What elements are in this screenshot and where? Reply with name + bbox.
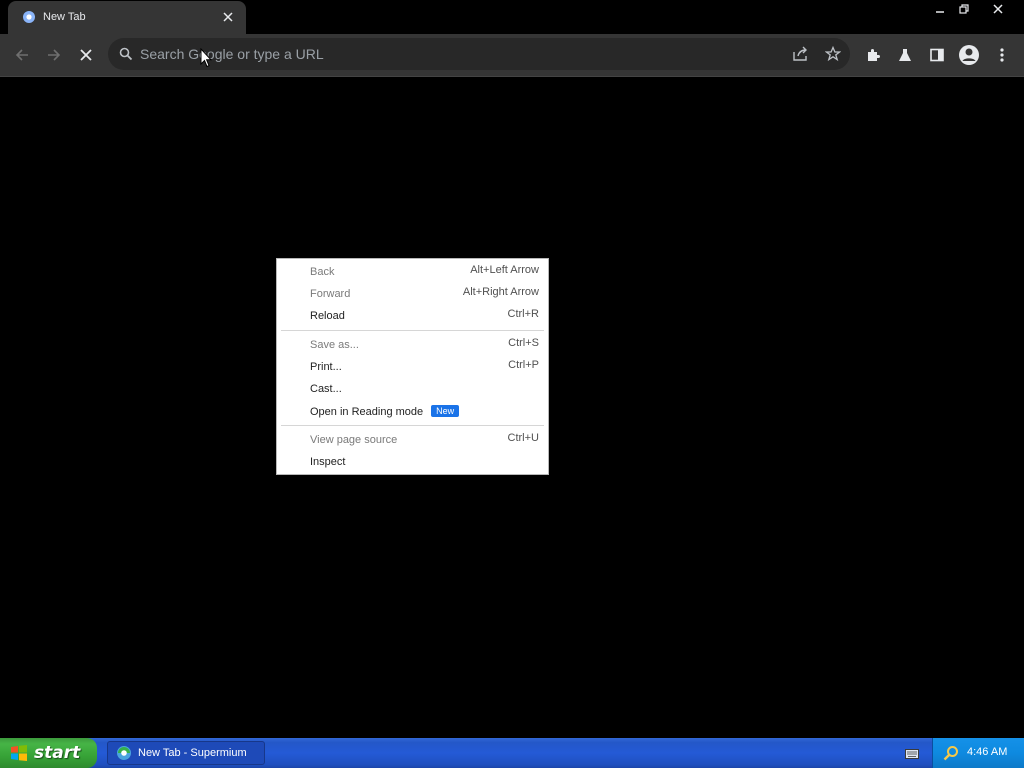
- address-input[interactable]: [140, 38, 760, 70]
- clock: 4:46 AM: [967, 746, 1008, 758]
- windows-logo-icon: [10, 744, 28, 762]
- side-panel-icon[interactable]: [924, 42, 950, 68]
- menu-separator: [281, 330, 544, 331]
- minimize-window-button[interactable]: [929, 0, 951, 18]
- start-label: start: [34, 743, 81, 763]
- menu-item-print[interactable]: Print... Ctrl+P: [277, 356, 548, 378]
- menu-item-label: Forward: [310, 288, 351, 300]
- share-icon[interactable]: [792, 46, 809, 67]
- menu-item-back[interactable]: Back Alt+Left Arrow: [277, 261, 548, 283]
- menu-item-inspect[interactable]: Inspect: [277, 451, 548, 473]
- omnibox[interactable]: [108, 38, 850, 70]
- menu-item-shortcut: Ctrl+U: [507, 432, 539, 444]
- system-tray: 4:46 AM: [932, 738, 1024, 768]
- menu-item-shortcut: Alt+Right Arrow: [462, 286, 539, 298]
- menu-separator: [281, 425, 544, 426]
- menu-item-label: Save as...: [310, 339, 359, 351]
- menu-item-label: Reload: [310, 310, 345, 322]
- start-button[interactable]: start: [0, 738, 97, 768]
- extensions-icon[interactable]: [860, 42, 886, 68]
- close-window-button[interactable]: [987, 0, 1009, 18]
- menu-item-view-source[interactable]: View page source Ctrl+U: [277, 429, 548, 451]
- menu-item-label-group: Open in Reading mode New: [310, 405, 460, 418]
- menu-item-forward[interactable]: Forward Alt+Right Arrow: [277, 283, 548, 305]
- menu-item-shortcut: Ctrl+R: [507, 308, 539, 320]
- chrome-favicon-icon: [22, 10, 36, 24]
- menu-item-label: Back: [310, 266, 335, 278]
- labs-flask-icon[interactable]: [892, 42, 918, 68]
- new-badge: New: [431, 405, 460, 417]
- menu-item-reload[interactable]: Reload Ctrl+R: [277, 305, 548, 327]
- taskbar-item-browser[interactable]: New Tab - Supermium: [107, 741, 265, 765]
- menu-item-shortcut: Ctrl+P: [508, 359, 539, 371]
- menu-item-save-as[interactable]: Save as... Ctrl+S: [277, 334, 548, 356]
- context-menu: Back Alt+Left Arrow Forward Alt+Right Ar…: [276, 258, 549, 475]
- menu-item-reading-mode[interactable]: Open in Reading mode New: [277, 400, 548, 422]
- title-bar: New Tab: [0, 0, 1024, 34]
- menu-item-label: View page source: [310, 434, 398, 446]
- menu-item-label: Print...: [310, 361, 342, 373]
- stop-loading-button[interactable]: [73, 42, 99, 68]
- mouse-cursor-icon: [200, 47, 213, 73]
- profile-avatar-icon[interactable]: [956, 42, 982, 68]
- restore-window-button[interactable]: [953, 0, 975, 18]
- menu-item-cast[interactable]: Cast...: [277, 378, 548, 400]
- bookmark-star-icon[interactable]: [824, 45, 842, 67]
- browser-toolbar: [0, 34, 1024, 77]
- forward-button[interactable]: [41, 42, 67, 68]
- tab-new-tab[interactable]: New Tab: [8, 1, 246, 34]
- menu-item-shortcut: Ctrl+S: [508, 337, 539, 349]
- menu-item-label: Open in Reading mode: [310, 406, 424, 418]
- taskbar-item-label: New Tab - Supermium: [138, 747, 247, 759]
- keyboard-icon[interactable]: [905, 747, 919, 765]
- search-icon[interactable]: [943, 745, 959, 766]
- tab-title: New Tab: [43, 11, 86, 23]
- browser-app-icon: [116, 745, 132, 761]
- taskbar: start New Tab - Supermium 4:46 AM: [0, 738, 1024, 768]
- back-button[interactable]: [9, 42, 35, 68]
- menu-kebab-icon[interactable]: [989, 42, 1015, 68]
- menu-item-label: Cast...: [310, 383, 342, 395]
- menu-item-shortcut: Alt+Left Arrow: [470, 264, 539, 276]
- close-tab-icon[interactable]: [220, 9, 236, 25]
- menu-item-label: Inspect: [310, 456, 346, 468]
- search-icon: [119, 47, 133, 66]
